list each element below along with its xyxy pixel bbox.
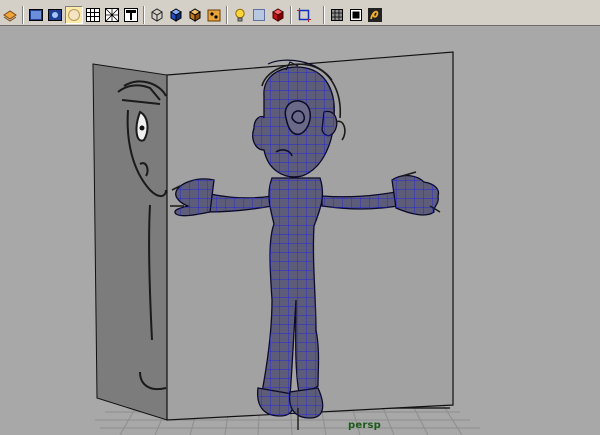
grid-view-icon[interactable] (84, 6, 102, 24)
red-cube-icon[interactable] (269, 6, 287, 24)
cube-textured-icon[interactable] (186, 6, 204, 24)
frame-icon (314, 6, 320, 24)
paint-icon[interactable] (205, 6, 223, 24)
panel-toolbar (0, 4, 600, 26)
snapshot-icon[interactable] (366, 6, 384, 24)
toolbar-separator (22, 5, 24, 24)
toolbar-separator (226, 5, 228, 24)
shadow-icon[interactable] (250, 6, 268, 24)
toolbar-separator (143, 5, 145, 24)
sphere-icon[interactable] (65, 5, 83, 24)
toolbar-separator (323, 5, 325, 24)
texture-icon[interactable] (122, 6, 140, 24)
perspective-viewport[interactable] (0, 27, 600, 435)
textured-view-icon[interactable] (46, 6, 64, 24)
cube-shaded-icon[interactable] (167, 6, 185, 24)
xray-icon[interactable] (328, 6, 346, 24)
light-bulb-icon[interactable] (231, 6, 249, 24)
resolution-gate-icon[interactable] (347, 6, 365, 24)
isolate-icon[interactable] (295, 6, 313, 24)
toolbar-separator (290, 5, 292, 24)
shaded-view-icon[interactable] (27, 6, 45, 24)
viewport-scene (92, 51, 480, 435)
side-reference-plane (92, 63, 168, 421)
layers-icon[interactable] (1, 6, 19, 24)
wireframe-icon[interactable] (103, 6, 121, 24)
camera-label: persp (348, 420, 381, 431)
cube-wire-icon[interactable] (148, 6, 166, 24)
